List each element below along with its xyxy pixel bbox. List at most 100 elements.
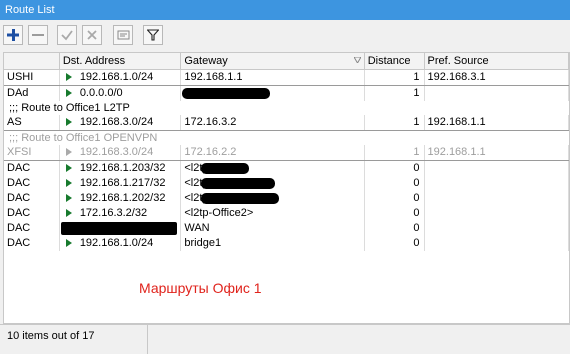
table-row[interactable]: DAC 172.16.3.2/32 <l2tp-Office2> 0 xyxy=(4,206,569,221)
disable-button[interactable] xyxy=(82,25,102,45)
pref-source-cell: 192.168.1.1 xyxy=(425,115,569,130)
filter-button[interactable] xyxy=(143,25,163,45)
gateway-cell xyxy=(181,86,365,101)
dst-text: 192.168.1.0/24 xyxy=(79,71,154,83)
dst-cell: 0.0.0.0/0 xyxy=(60,86,182,101)
annotation-text: Маршруты Офис 1 xyxy=(139,280,262,296)
flags-cell: DAC xyxy=(4,176,60,191)
pref-source-cell xyxy=(425,191,569,206)
filter-icon xyxy=(147,29,159,41)
table-row[interactable]: AS 192.168.3.0/24 172.16.3.2 1 192.168.1… xyxy=(4,115,569,131)
active-arrow-icon xyxy=(65,209,72,217)
pref-source-cell xyxy=(425,221,569,236)
flags-cell: USHI xyxy=(4,70,60,85)
route-table[interactable]: Dst. Address Gateway Distance Pref. Sour… xyxy=(3,52,570,324)
pref-source-cell: 192.168.3.1 xyxy=(425,70,569,85)
active-arrow-icon xyxy=(65,239,72,247)
gateway-cell: 172.16.2.2 xyxy=(181,145,365,160)
redaction-mark xyxy=(201,193,280,204)
active-arrow-icon xyxy=(65,179,72,187)
redaction-mark xyxy=(60,222,177,235)
status-bar: 10 items out of 17 xyxy=(0,324,570,354)
active-arrow-icon xyxy=(65,89,72,97)
flags-cell: DAd xyxy=(4,86,60,101)
remove-icon xyxy=(32,34,44,36)
dst-text: 192.168.3.0/24 xyxy=(79,116,154,128)
redaction-mark xyxy=(201,163,250,174)
pref-source-cell xyxy=(425,236,569,251)
flags-cell: DAC xyxy=(4,191,60,206)
distance-cell: 0 xyxy=(365,176,425,191)
flags-cell: XFSI xyxy=(4,145,60,160)
distance-cell: 0 xyxy=(365,191,425,206)
dst-cell: 192.168.1.0/24 xyxy=(60,236,182,251)
dst-text: 192.168.1.202/32 xyxy=(79,192,166,204)
dst-cell: 192.168.1.0/24 xyxy=(60,70,182,85)
toolbar xyxy=(0,20,570,48)
sort-arrow-icon xyxy=(353,57,361,63)
table-row[interactable]: XFSI 192.168.3.0/24 172.16.2.2 1 192.168… xyxy=(4,145,569,161)
pref-source-cell xyxy=(425,176,569,191)
enable-button[interactable] xyxy=(57,25,77,45)
table-row[interactable]: DAC 192.168.1.203/32 <l2tp 0 xyxy=(4,161,569,176)
add-icon xyxy=(7,29,19,41)
gateway-cell: <l2tp xyxy=(181,176,365,191)
add-button[interactable] xyxy=(3,25,23,45)
status-count: 10 items out of 17 xyxy=(7,330,95,342)
gateway-cell: <l2tp-Office2> xyxy=(181,206,365,221)
dst-cell: 192.168.3.0/24 xyxy=(60,145,182,160)
disable-x-icon xyxy=(87,30,97,40)
flags-cell: DAC xyxy=(4,161,60,176)
col-header-gateway[interactable]: Gateway xyxy=(181,53,365,69)
pref-source-cell xyxy=(425,86,569,101)
distance-cell: 0 xyxy=(365,221,425,236)
route-comment: ;;; Route to Office1 OPENVPN xyxy=(9,132,158,144)
dst-text: 192.168.1.203/32 xyxy=(79,162,166,174)
gateway-cell: WAN xyxy=(181,221,365,236)
remove-button[interactable] xyxy=(28,25,48,45)
distance-cell: 1 xyxy=(365,115,425,130)
dst-text: 0.0.0.0/0 xyxy=(79,87,123,99)
distance-cell: 1 xyxy=(365,145,425,160)
col-header-gateway-label: Gateway xyxy=(184,55,228,67)
gateway-cell: <l2tp xyxy=(181,161,365,176)
flags-cell: DAC xyxy=(4,236,60,251)
distance-cell: 1 xyxy=(365,70,425,85)
enable-check-icon xyxy=(61,30,73,41)
window-title: Route List xyxy=(0,0,570,20)
gateway-cell: bridge1 xyxy=(181,236,365,251)
table-row[interactable]: DAC 192.168.1.202/32 <l2tp 0 xyxy=(4,191,569,206)
table-row[interactable]: DAC 192.168.1.0/24 bridge1 0 xyxy=(4,236,569,251)
table-row[interactable]: DAC 192.168.1.217/32 <l2tp 0 xyxy=(4,176,569,191)
dst-cell: 172.16.3.2/32 xyxy=(60,206,182,221)
status-divider xyxy=(147,325,148,354)
dst-text: 172.16.3.2/32 xyxy=(79,207,148,219)
route-list-window: Route List Dst. Address Gateway Distance… xyxy=(0,0,570,354)
dst-cell: 192.168.1.202/32 xyxy=(60,191,182,206)
redaction-mark xyxy=(182,88,271,99)
route-comment: ;;; Route to Office1 L2TP xyxy=(9,102,130,114)
col-header-flags[interactable] xyxy=(4,53,60,69)
table-row[interactable]: USHI 192.168.1.0/24 192.168.1.1 1 192.16… xyxy=(4,70,569,86)
pref-source-cell: 192.168.1.1 xyxy=(425,145,569,160)
col-header-dst-address[interactable]: Dst. Address xyxy=(60,53,182,69)
col-header-pref-source[interactable]: Pref. Source xyxy=(425,53,569,69)
gateway-cell: <l2tp xyxy=(181,191,365,206)
distance-cell: 1 xyxy=(365,86,425,101)
dst-cell xyxy=(60,221,182,236)
dst-text: 192.168.3.0/24 xyxy=(79,146,154,158)
distance-cell: 0 xyxy=(365,236,425,251)
dst-cell: 192.168.1.203/32 xyxy=(60,161,182,176)
redaction-mark xyxy=(201,178,276,189)
active-arrow-icon xyxy=(65,118,72,126)
table-row[interactable]: DAC WAN 0 xyxy=(4,221,569,236)
comment-icon xyxy=(117,30,129,40)
table-row[interactable]: DAd 0.0.0.0/0 1 xyxy=(4,86,569,101)
active-arrow-icon xyxy=(65,194,72,202)
col-header-distance[interactable]: Distance xyxy=(365,53,425,69)
distance-cell: 0 xyxy=(365,206,425,221)
distance-cell: 0 xyxy=(365,161,425,176)
dst-cell: 192.168.1.217/32 xyxy=(60,176,182,191)
active-arrow-icon xyxy=(65,164,72,172)
comment-button[interactable] xyxy=(113,25,133,45)
